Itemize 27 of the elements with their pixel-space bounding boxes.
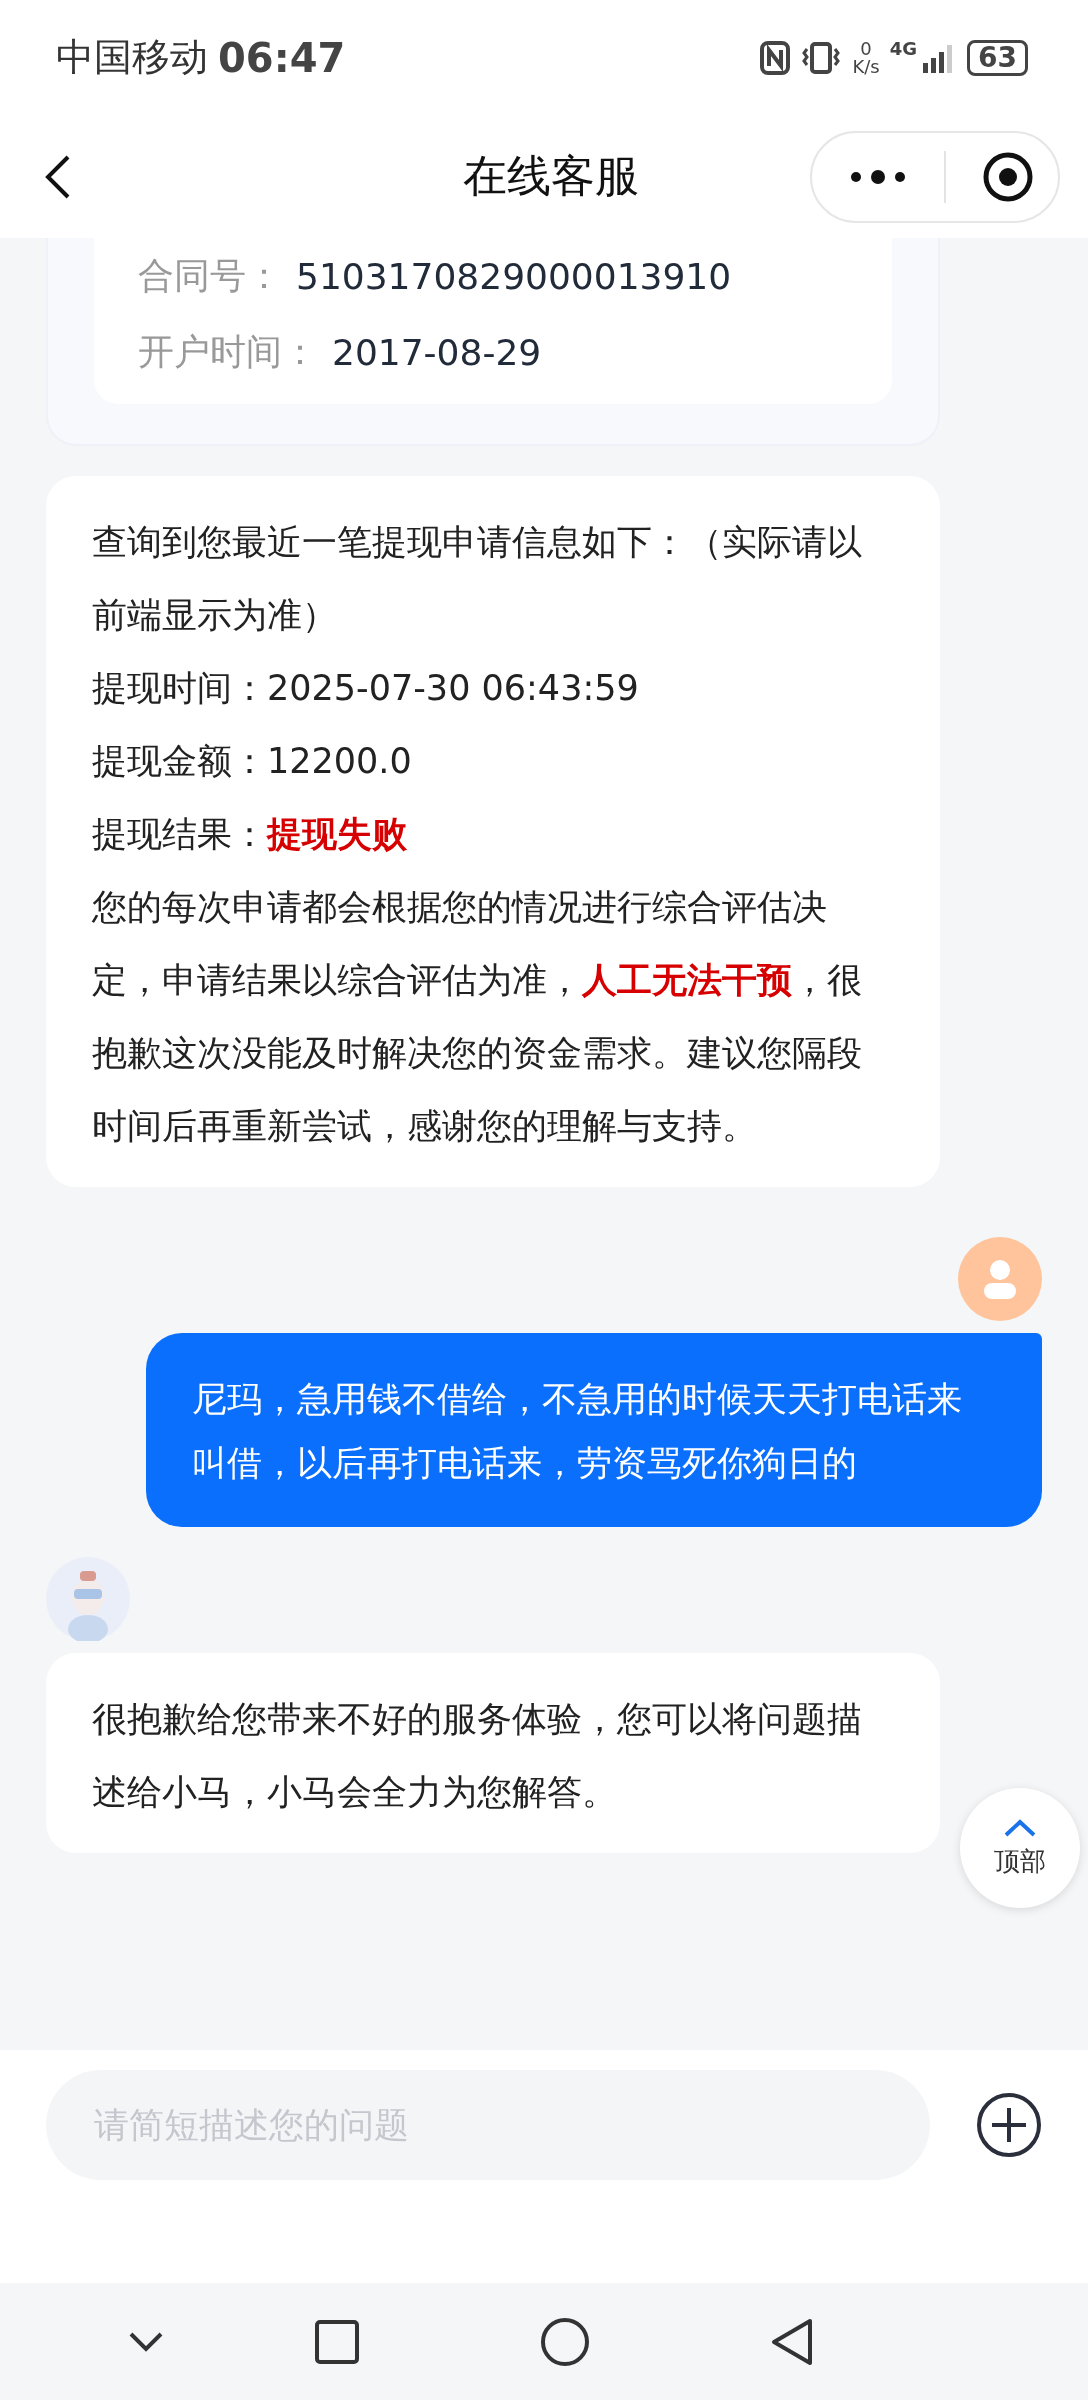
net-unit: K/s <box>852 57 880 76</box>
info-label: 合同号： <box>138 253 282 298</box>
recent-apps-icon[interactable] <box>314 2318 360 2365</box>
message-text: 提现时间：2025-07-30 06:43:59 <box>92 667 640 710</box>
carrier-name: 中国移动 <box>56 34 208 81</box>
message-text: 提现金额：12200.0 <box>92 740 413 783</box>
clock-time: 06:47 <box>218 34 346 81</box>
message-text: 提现结果：提现失败 <box>92 813 408 856</box>
collapse-icon[interactable] <box>128 2330 164 2353</box>
info-value: 5103170829000013910 <box>296 255 732 297</box>
message-text: 尼玛，急用钱不借给，不急用的时候天天打电话来叫借，以后再打电话来，劳资骂死你狗日的 <box>192 1378 963 1485</box>
add-icon[interactable] <box>976 2092 1042 2158</box>
close-icon[interactable] <box>982 150 1034 203</box>
back-nav-icon[interactable] <box>770 2316 814 2367</box>
back-to-top-button[interactable]: 顶部 <box>960 1788 1080 1908</box>
message-text: 查询到您最近一笔提现申请信息如下：（实际请以前端显示为准） <box>92 521 863 637</box>
page-title: 在线客服 <box>462 149 640 203</box>
network-type: 4G <box>889 38 918 59</box>
info-label: 开户时间： <box>138 329 318 374</box>
battery-indicator: 63 <box>967 39 1028 76</box>
net-speed: 0 <box>860 39 872 58</box>
nfc-icon <box>760 40 791 75</box>
chevron-up-icon <box>1003 1817 1037 1838</box>
info-value: 2017-08-29 <box>332 331 542 373</box>
message-text: 很抱歉给您带来不好的服务体验，您可以将问题描述给小马，小马会全力为您解答。 <box>92 1698 863 1814</box>
message-text: 您的每次申请都会根据您的情况进行综合评估决定，申请结果以综合评估为准，人工无法干预，很抱歉这次没能及时解决您的资金需求。建议您隔段时间后再重新尝试，感谢您的理解与支持。 <box>92 886 863 1148</box>
home-icon[interactable] <box>540 2316 590 2367</box>
